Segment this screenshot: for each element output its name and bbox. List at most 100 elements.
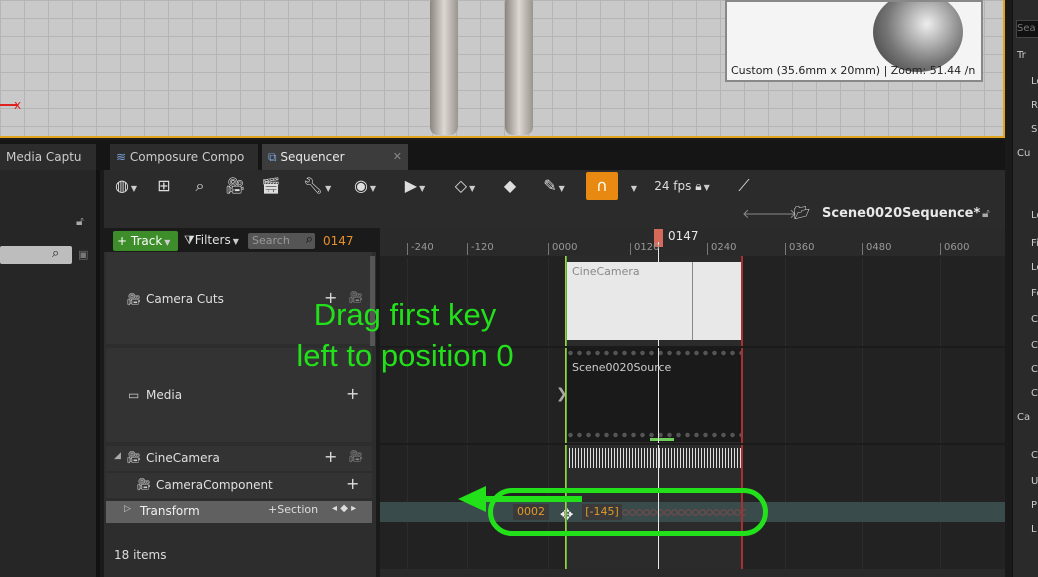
ruler-tick-label: -240 [411, 242, 434, 253]
camera-icon[interactable]: 🎥︎ [222, 174, 248, 198]
left-search-input[interactable] [0, 246, 72, 264]
ruler-tick-line [940, 243, 941, 255]
details-row[interactable]: P [1031, 500, 1037, 511]
save-sequence-icon[interactable]: ⊞ [152, 174, 176, 198]
details-row[interactable]: C [1031, 340, 1038, 351]
snap-magnet-icon[interactable]: ∩ [586, 172, 618, 200]
settings-wrench-icon[interactable]: 🔧︎ ▼ [300, 174, 334, 198]
add-icon[interactable]: + [346, 474, 359, 493]
timeline-gridline [785, 258, 786, 577]
media-clip[interactable]: Scene0020Source [566, 346, 742, 442]
add-icon[interactable]: + [324, 447, 337, 466]
ruler-tick-line [548, 243, 549, 255]
camera-bind-icon[interactable]: 🎥︎ [348, 449, 363, 463]
x-axis-label: x [14, 98, 22, 112]
filters-button[interactable]: ⧩Filters ▼ [184, 233, 239, 248]
fps-dropdown[interactable]: 24 fps 🔒︎ ▼ [650, 174, 714, 198]
plus-icon: + [268, 503, 278, 516]
left-panel: 🔓︎ ⌕ ▣ [0, 170, 100, 577]
play-icon[interactable]: ▶ ▼ [400, 174, 430, 198]
track-label-transform: Transform [140, 504, 200, 518]
details-row[interactable]: Ro [1031, 100, 1038, 111]
lock-icon[interactable]: 🔓︎ [982, 206, 990, 221]
details-row[interactable]: C [1031, 364, 1038, 375]
sequence-name[interactable]: Scene0020Sequence* [822, 206, 980, 221]
ruler-tick-line [467, 243, 468, 255]
clapper-icon[interactable]: 🎬︎ [258, 174, 284, 198]
ruler-tick-line [862, 243, 863, 255]
pen-icon[interactable]: ✎ ▼ [536, 174, 572, 198]
details-row[interactable]: L [1031, 524, 1037, 535]
tab-media-capture[interactable]: Media Captu [0, 144, 96, 170]
details-row[interactable]: Fi [1031, 238, 1038, 249]
details-row[interactable]: C [1031, 388, 1038, 399]
find-icon[interactable]: ⌕ [188, 174, 212, 198]
ruler-tick-label: 0000 [552, 242, 578, 253]
timeline-gridline [940, 258, 941, 577]
track-row-transform[interactable]: ▷ Transform +Section ◂ ◆ ▸ [106, 501, 372, 523]
key-navigation-icon[interactable]: ◂ ◆ ▸ [332, 503, 356, 514]
details-row[interactable]: Lo [1031, 76, 1038, 87]
details-row[interactable]: Fo [1031, 288, 1038, 299]
ruler-tick-line [407, 243, 408, 255]
playhead-frame: 0147 [668, 229, 699, 243]
track-row-camera-component[interactable]: 🎥︎ CameraComponent + [106, 473, 372, 498]
current-frame: 0147 [323, 234, 354, 248]
lock-icon[interactable]: 🔓︎ [76, 214, 84, 229]
save-icon[interactable]: ▣ [78, 248, 88, 261]
details-row[interactable]: Lo [1031, 262, 1038, 273]
details-row[interactable]: Cu [1017, 148, 1030, 159]
cine-camera-icon: 🎥︎ [126, 450, 142, 464]
search-icon: ⌕ [52, 246, 60, 261]
details-row[interactable]: C [1031, 314, 1038, 325]
tab-composure[interactable]: ≋ Composure Compo [110, 144, 258, 170]
layers-icon: ≋ [116, 150, 127, 164]
world-icon[interactable]: ◍ ▼ [110, 174, 142, 198]
details-row[interactable]: Sc [1031, 124, 1038, 135]
sequence-bar: 🡐 🡒 📂︎ Scene0020Sequence* 🔓︎ [104, 202, 1005, 228]
camera-cut-clip[interactable]: CineCamera [566, 262, 742, 340]
annotation-line-1: Drag first key [313, 297, 497, 332]
mannequin-leg-right [505, 0, 533, 135]
media-icon: ▭ [128, 388, 140, 402]
cine-camera-keys[interactable] [566, 448, 742, 468]
tab-bar: Media Captu ≋ Composure Compo ⧉ Sequence… [0, 140, 1005, 170]
annotation-line-2: left to position 0 [296, 338, 514, 373]
collapse-arrow-icon[interactable]: ◢ [114, 451, 121, 461]
curve-editor-icon[interactable]: ⟋ [730, 174, 758, 198]
details-row[interactable]: U [1031, 476, 1038, 487]
view-eye-icon[interactable]: ◉ ▼ [346, 174, 384, 198]
level-viewport[interactable]: x Custom (35.6mm x 20mm) | Zoom: 51.44 /… [0, 0, 1005, 138]
details-panel: Sea Tr Lo Ro Sc Cu Lo Fi Lo Fo C C C C Ca C U P L [1012, 0, 1038, 577]
timeline-scrollbar[interactable] [380, 569, 1005, 577]
sequencer-icon: ⧉ [268, 150, 277, 164]
details-row[interactable]: Tr [1017, 50, 1026, 61]
add-track-button[interactable]: + Track ▼ [113, 231, 178, 251]
details-row[interactable]: Lo [1031, 210, 1038, 221]
clip-label-camera: CineCamera [572, 265, 640, 278]
forward-arrow-icon[interactable]: 🡒 [762, 206, 797, 222]
add-section-button[interactable]: +Section [268, 503, 318, 516]
track-search-input[interactable]: Search ⌕ [248, 232, 315, 249]
details-search-input[interactable]: Sea [1016, 20, 1038, 38]
track-row-cine-camera[interactable]: ◢ 🎥︎ CineCamera + 🎥︎ [106, 446, 372, 471]
film-perforation-top [566, 350, 742, 356]
clip-thumb-divider [692, 262, 693, 340]
expand-arrow-icon[interactable]: ▷ [124, 504, 131, 514]
snap-dropdown[interactable]: ▼ [626, 174, 640, 198]
close-icon[interactable]: ✕ [393, 144, 402, 170]
details-row[interactable]: Ca [1017, 412, 1030, 423]
details-row[interactable]: C [1031, 450, 1038, 461]
folder-icon: 📂︎ [794, 206, 811, 221]
ruler-tick-line [785, 243, 786, 255]
tab-sequencer[interactable]: ⧉ Sequencer ✕ [262, 144, 408, 170]
chrome-sphere [873, 2, 963, 72]
key-diamond-icon[interactable]: ◇ ▼ [448, 174, 482, 198]
fps-lock-icon: 🔒︎ [695, 179, 702, 193]
add-icon[interactable]: + [346, 384, 359, 403]
ruler-tick-label: 0360 [789, 242, 815, 253]
mannequin-leg-left [430, 0, 458, 135]
auto-key-icon[interactable]: ◆ [498, 174, 522, 198]
item-count: 18 items [114, 548, 167, 562]
media-marker [650, 438, 674, 441]
